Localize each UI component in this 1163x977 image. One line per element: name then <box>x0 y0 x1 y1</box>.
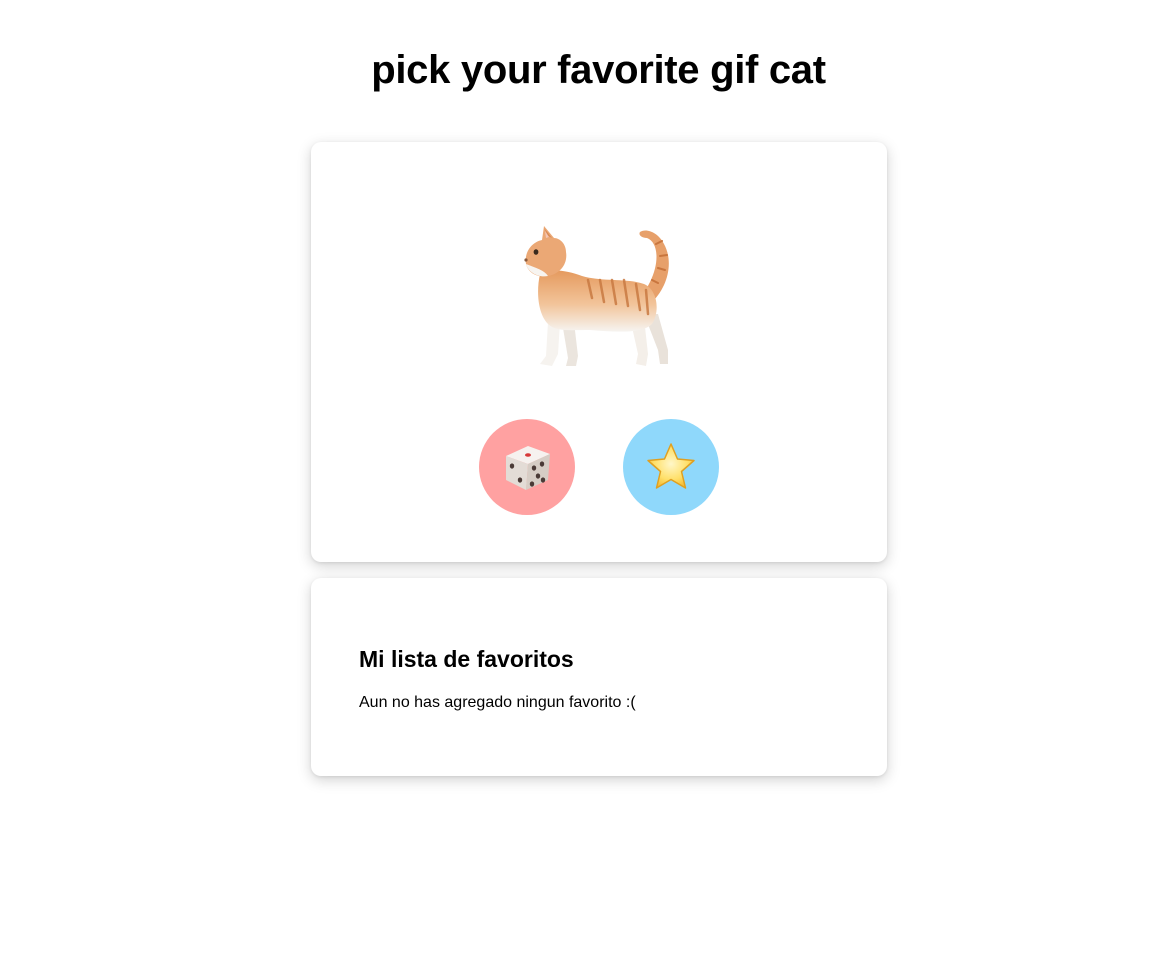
cat-icon <box>524 226 669 366</box>
random-cat-button[interactable] <box>479 419 575 515</box>
add-favorite-button[interactable] <box>623 419 719 515</box>
star-icon <box>647 443 695 489</box>
page: pick your favorite gif cat Mi lista de f… <box>0 0 1163 977</box>
dice-icon <box>506 446 550 490</box>
favorites-empty-message: Aun no has agregado ningun favorito :( <box>359 694 636 711</box>
favorites-card <box>311 578 887 776</box>
favorites-heading: Mi lista de favoritos <box>359 646 574 672</box>
page-title: pick your favorite gif cat <box>371 48 826 92</box>
